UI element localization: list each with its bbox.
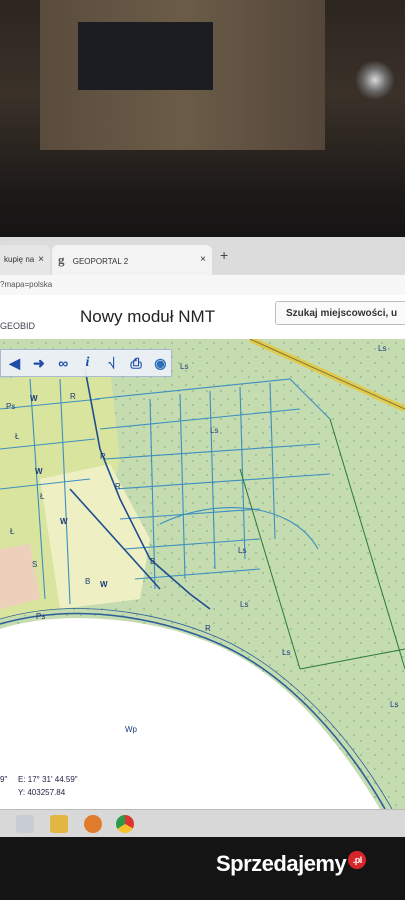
land-label: R [70,392,76,401]
coord-lat-fragment: 9" [0,775,8,784]
address-bar[interactable]: ?mapa=polska [0,275,405,296]
browser-tab-bar: kupię na × g GEOPORTAL 2 × + [0,237,405,275]
land-label: Ls [378,344,386,353]
dark-window [78,22,213,90]
place-search-input[interactable]: Szukaj miejscowości, u [275,301,405,325]
land-label: R [115,482,121,491]
land-label: Ł [40,492,45,501]
new-tab-button[interactable]: + [220,247,228,263]
land-label: S [32,560,37,569]
land-label: Ps [36,612,45,621]
land-label: W [60,517,68,526]
land-label: Ls [180,362,188,371]
ceiling-lamp [355,60,395,100]
land-label: W [30,394,38,403]
land-label: R [100,452,106,461]
coordinate-readout: 9" E: 17° 31' 44.59" Y: 403257.84 [0,771,90,803]
coord-lon: E: 17° 31' 44.59" [18,775,78,784]
tab-label: GEOPORTAL 2 [72,257,129,266]
arrow-left-icon[interactable]: ◀ [4,352,25,374]
land-label: W [100,580,108,589]
tab-geoportal[interactable]: g GEOPORTAL 2 × [52,245,212,275]
tab-label: kupię na [4,255,35,264]
land-label: Ł [10,527,15,536]
tab-kupie[interactable]: kupię na × [0,245,50,275]
link-icon[interactable]: ∞ [53,352,74,374]
print-icon[interactable]: ⎙ [125,352,146,374]
app-header: GEOBID Nowy moduł NMT Szukaj miejscowośc… [0,295,405,340]
land-label: Ls [210,426,218,435]
task-view-icon[interactable] [16,815,34,833]
map-toolbar: ◀ ➜ ∞ i ⎷ ⎙ ◉ [0,349,172,377]
land-label: R [205,624,211,633]
land-label: Ł [15,432,20,441]
monitor-screen: kupię na × g GEOPORTAL 2 × + ?mapa=polsk… [0,237,405,837]
land-label: Ls [238,546,246,555]
file-explorer-icon[interactable] [50,815,68,833]
land-label: Ls [390,700,398,709]
close-icon[interactable]: × [200,245,206,275]
land-label: Ls [240,600,248,609]
measure-icon[interactable]: ⎷ [101,352,122,374]
os-taskbar [0,809,405,837]
arrow-right-icon[interactable]: ➜ [28,352,49,374]
land-label: Ps [6,402,15,411]
coord-y: Y: 403257.84 [18,788,66,797]
chrome-icon[interactable] [116,815,134,833]
lake-label: Wp [125,725,138,734]
watermark: Sprzedajemy .pl [216,851,367,877]
map-canvas[interactable]: Wp Ls Ls Ls Ls Ls Ls Ls Ps Ps W W W W R … [0,339,405,809]
vlc-app-icon[interactable] [84,815,102,833]
geoportal-favicon-icon: g [58,252,65,267]
watermark-text: Sprzedajemy [216,851,347,876]
close-icon[interactable]: × [38,245,44,275]
land-label: W [35,467,43,476]
watermark-badge: .pl [348,851,367,869]
land-label: B [85,577,90,586]
land-label: B [150,557,155,566]
app-logo[interactable]: GEOBID [0,321,35,331]
info-icon[interactable]: i [77,352,98,374]
land-label: Ls [282,648,290,657]
globe-icon[interactable]: ◉ [150,352,171,374]
page-title: Nowy moduł NMT [80,307,216,326]
cadastral-map[interactable]: Wp Ls Ls Ls Ls Ls Ls Ls Ps Ps W W W W R … [0,339,405,809]
